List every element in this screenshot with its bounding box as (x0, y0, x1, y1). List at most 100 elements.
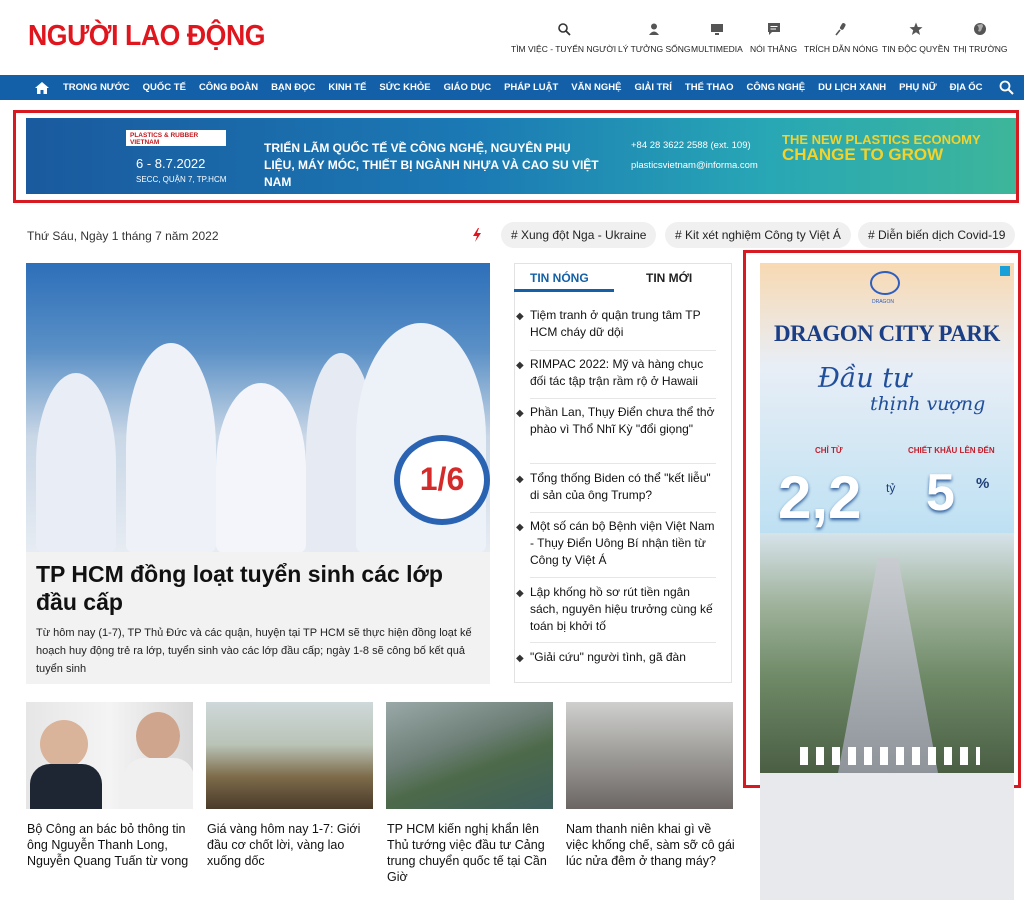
nav-item[interactable]: PHÁP LUẬT (504, 82, 558, 93)
quick-link-label: TIN ĐỘC QUYỀN (882, 44, 950, 54)
quick-link-market[interactable]: THỊ TRƯỜNG (953, 22, 1008, 54)
quick-link-ideal[interactable]: LÝ TƯỞNG SỐNG (618, 22, 691, 54)
side-ad-unit-2: % (976, 475, 990, 492)
diamond-icon: ◆ (516, 653, 524, 664)
top-header: NGƯỜI LAO ĐỘNG TÌM VIỆC - TUYỂN NGƯỜI LÝ… (0, 0, 1024, 75)
nav-item[interactable]: TRONG NƯỚC (63, 82, 130, 93)
chat-icon (767, 23, 780, 35)
diamond-icon: ◆ (516, 311, 524, 322)
banner-phone: +84 28 3622 2588 (ext. 109) (631, 140, 751, 151)
side-ad-name: DRAGON CITY PARK (774, 321, 1000, 346)
portrait-face (40, 720, 88, 768)
tab-latest-news[interactable]: TIN MỚI (646, 271, 692, 285)
side-ad[interactable]: DRAGON DRAGON CITY PARK Đầu tư thịnh vượ… (760, 263, 1014, 773)
side-ad-crosswalk (800, 747, 980, 765)
microphone-icon (835, 23, 846, 36)
nav-item[interactable]: THỂ THAO (685, 82, 734, 93)
divider (530, 398, 716, 399)
search-icon[interactable] (999, 80, 1014, 95)
hot-news-item[interactable]: ◆ Tổng thống Biden có thể "kết liễu" di s… (516, 470, 720, 504)
nav-item[interactable]: SỨC KHỎE (379, 82, 430, 93)
nav-item[interactable]: ĐỊA ỐC (950, 82, 983, 93)
hero-sign: 1/6 (394, 435, 490, 525)
lightning-icon (473, 228, 481, 242)
banner-slogan-bottom: CHANGE TO GROW (782, 145, 944, 164)
banner-slogan: THE NEW PLASTICS ECONOMY CHANGE TO GROW (782, 132, 981, 163)
nav-item[interactable]: CÔNG NGHỆ (746, 82, 805, 93)
hot-news-item[interactable]: ◆ Một số cán bộ Bệnh viện Việt Nam - Thụy… (516, 518, 720, 569)
hero-figure (216, 383, 306, 552)
hot-news-item[interactable]: ◆ Tiệm tranh ở quận trung tâm TP HCM cháy… (516, 307, 720, 341)
trending-tag[interactable]: # Diễn biến dịch Covid-19 (858, 222, 1016, 248)
story-thumbnail[interactable] (206, 702, 373, 809)
banner-ad[interactable]: PLASTICS & RUBBER VIETNAM 6 - 8.7.2022 S… (26, 118, 1016, 194)
nav-item[interactable]: KINH TẾ (328, 82, 366, 93)
hot-news-title: "Giải cứu" người tình, gã đàn (530, 650, 686, 664)
nav-item[interactable]: CÔNG ĐOÀN (199, 82, 258, 93)
quick-link-label: LÝ TƯỞNG SỐNG (618, 44, 691, 54)
nav-item[interactable]: BẠN ĐỌC (271, 82, 315, 93)
person-icon (649, 23, 660, 35)
quick-link-label: TRÍCH DẪN NÓNG (804, 44, 879, 54)
quick-link-noi-thang[interactable]: NÓI THẲNG (750, 22, 797, 54)
hot-news-item[interactable]: ◆ "Giải cứu" người tình, gã đàn (516, 649, 720, 666)
dragon-logo (870, 271, 900, 295)
dragon-logo-text: DRAGON (872, 299, 894, 305)
story-thumbnail[interactable] (566, 702, 733, 809)
story-title[interactable]: Bộ Công an bác bỏ thông tin ông Nguyễn T… (27, 821, 197, 869)
nav-item[interactable]: DU LỊCH XANH (818, 82, 886, 93)
nav-item[interactable]: VĂN NGHỆ (571, 82, 621, 93)
diamond-icon: ◆ (516, 408, 524, 419)
banner-brand: PLASTICS & RUBBER VIETNAM (126, 130, 226, 146)
home-icon[interactable] (35, 81, 49, 94)
search-icon (557, 23, 571, 36)
hero-summary: Từ hôm nay (1-7), TP Thủ Đức và các quận… (36, 627, 472, 675)
nav-item[interactable]: QUỐC TẾ (143, 82, 186, 93)
portrait-suit (124, 758, 193, 809)
side-ad-value-2: 5 (926, 464, 955, 522)
globe-icon (974, 23, 987, 35)
divider (530, 350, 716, 351)
ad-choices-icon[interactable] (1000, 266, 1010, 276)
site-logo[interactable]: NGƯỜI LAO ĐỘNG (28, 20, 266, 53)
side-ad-label-1: CHỈ TỪ (815, 446, 843, 455)
divider (530, 642, 716, 643)
hero-title[interactable]: TP HCM đồng loạt tuyển sinh các lớp đầu … (36, 560, 486, 616)
hot-news-item[interactable]: ◆ Phần Lan, Thụy Điển chưa thể thở phào v… (516, 404, 720, 438)
hero-image[interactable]: 1/6 (26, 263, 490, 552)
quick-link-jobs[interactable]: TÌM VIỆC - TUYỂN NGƯỜI (511, 22, 616, 54)
nav-item[interactable]: GIÁO DỤC (444, 82, 492, 93)
divider (530, 577, 716, 578)
news-tabs: TIN NÓNG TIN MỚI (514, 263, 732, 293)
side-column-filler (760, 773, 1014, 900)
trending-tag[interactable]: # Kit xét nghiệm Công ty Việt Á (665, 222, 851, 248)
story-title[interactable]: TP HCM kiến nghị khẩn lên Thủ tướng việc… (387, 821, 557, 885)
tab-hot-news[interactable]: TIN NÓNG (530, 271, 589, 285)
hot-news-item[interactable]: ◆ Lập khống hồ sơ rút tiền ngân sách, ngu… (516, 584, 720, 635)
story-title[interactable]: Giá vàng hôm nay 1-7: Giới đầu cơ chốt l… (207, 821, 377, 869)
star-icon (909, 22, 923, 35)
quick-link-multimedia[interactable]: MULTIMEDIA (691, 22, 743, 54)
diamond-icon: ◆ (516, 360, 524, 371)
story-thumbnail[interactable] (26, 702, 193, 809)
diamond-icon: ◆ (516, 474, 524, 485)
banner-date: 6 - 8.7.2022 (136, 156, 206, 171)
divider (530, 463, 716, 464)
quick-link-quotes[interactable]: TRÍCH DẪN NÓNG (804, 22, 878, 54)
hot-news-item[interactable]: ◆ RIMPAC 2022: Mỹ và hàng chục đối tác tậ… (516, 356, 720, 390)
portrait-suit (30, 764, 102, 809)
side-ad-label-2: CHIẾT KHẤU LÊN ĐẾN (908, 446, 995, 455)
trending-tag[interactable]: # Xung đột Nga - Ukraine (501, 222, 657, 248)
nav-item[interactable]: PHỤ NỮ (899, 82, 936, 93)
quick-link-label: THỊ TRƯỜNG (953, 44, 1008, 54)
active-tab-underline (514, 289, 614, 292)
diamond-icon: ◆ (516, 522, 524, 533)
hot-news-title: Tiệm tranh ở quận trung tâm TP HCM cháy … (530, 308, 701, 339)
story-thumbnail[interactable] (386, 702, 553, 809)
story-title[interactable]: Nam thanh niên khai gì về việc khống chế… (566, 821, 736, 869)
hot-news-title: Lập khống hồ sơ rút tiền ngân sách, nguy… (530, 585, 713, 633)
side-ad-unit-1: tỷ (886, 481, 896, 495)
quick-link-exclusive[interactable]: TIN ĐỘC QUYỀN (882, 22, 950, 54)
hot-news-title: Tổng thống Biden có thể "kết liễu" di sả… (530, 471, 711, 502)
nav-item[interactable]: GIẢI TRÍ (634, 82, 671, 93)
